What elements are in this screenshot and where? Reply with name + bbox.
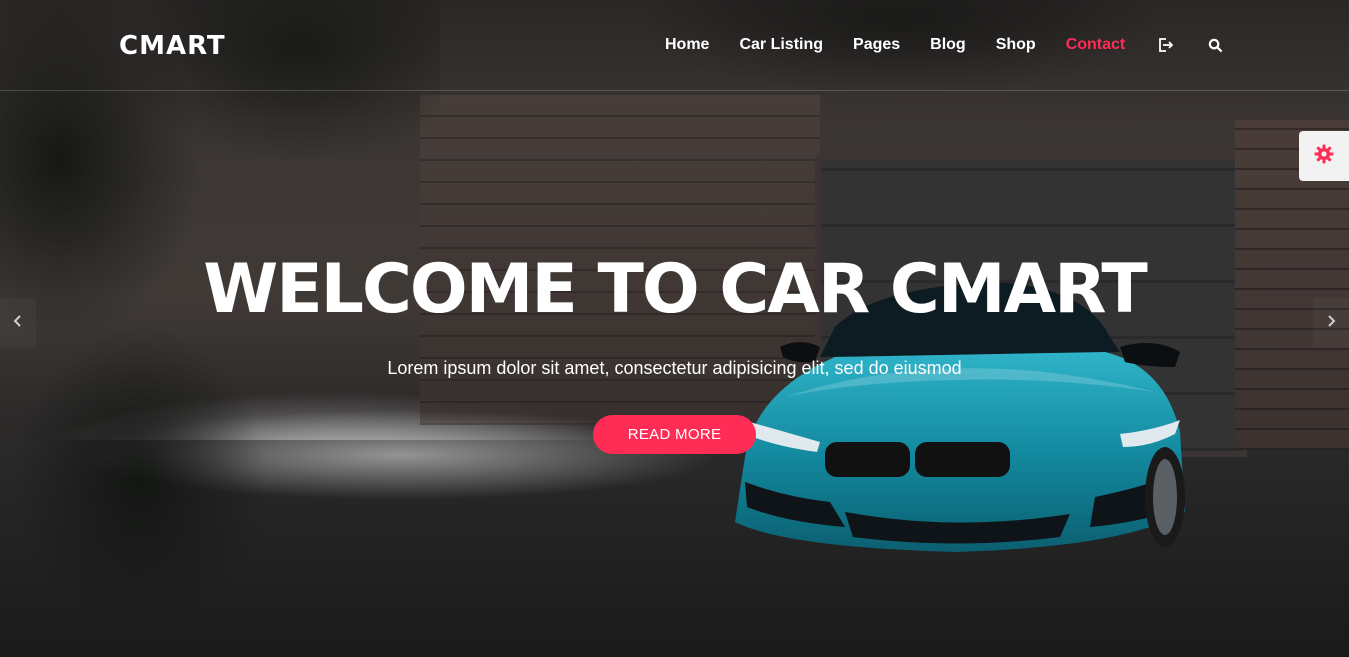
read-more-button[interactable]: READ MORE bbox=[593, 415, 756, 454]
slider-next-button[interactable] bbox=[1313, 298, 1349, 348]
main-nav: Home Car Listing Pages Blog Shop Contact bbox=[665, 35, 1255, 55]
nav-item-blog[interactable]: Blog bbox=[930, 35, 966, 55]
slider-prev-button[interactable] bbox=[0, 298, 36, 348]
nav-item-contact[interactable]: Contact bbox=[1066, 35, 1126, 55]
nav-item-pages[interactable]: Pages bbox=[853, 35, 900, 55]
site-logo[interactable]: CMART bbox=[119, 31, 226, 61]
search-icon[interactable] bbox=[1205, 35, 1225, 55]
hero-headline: WELCOME TO CAR CMART bbox=[203, 250, 1148, 329]
settings-toggle-button[interactable] bbox=[1299, 131, 1349, 181]
logout-icon[interactable] bbox=[1155, 35, 1175, 55]
chevron-right-icon bbox=[1326, 314, 1336, 333]
site-header: CMART Home Car Listing Pages Blog Shop C… bbox=[0, 0, 1349, 91]
chevron-left-icon bbox=[13, 314, 23, 333]
nav-item-car-listing[interactable]: Car Listing bbox=[739, 35, 823, 55]
nav-item-home[interactable]: Home bbox=[665, 35, 709, 55]
gear-icon bbox=[1314, 144, 1334, 169]
hero-subtitle: Lorem ipsum dolor sit amet, consectetur … bbox=[387, 358, 962, 378]
nav-item-shop[interactable]: Shop bbox=[996, 35, 1036, 55]
